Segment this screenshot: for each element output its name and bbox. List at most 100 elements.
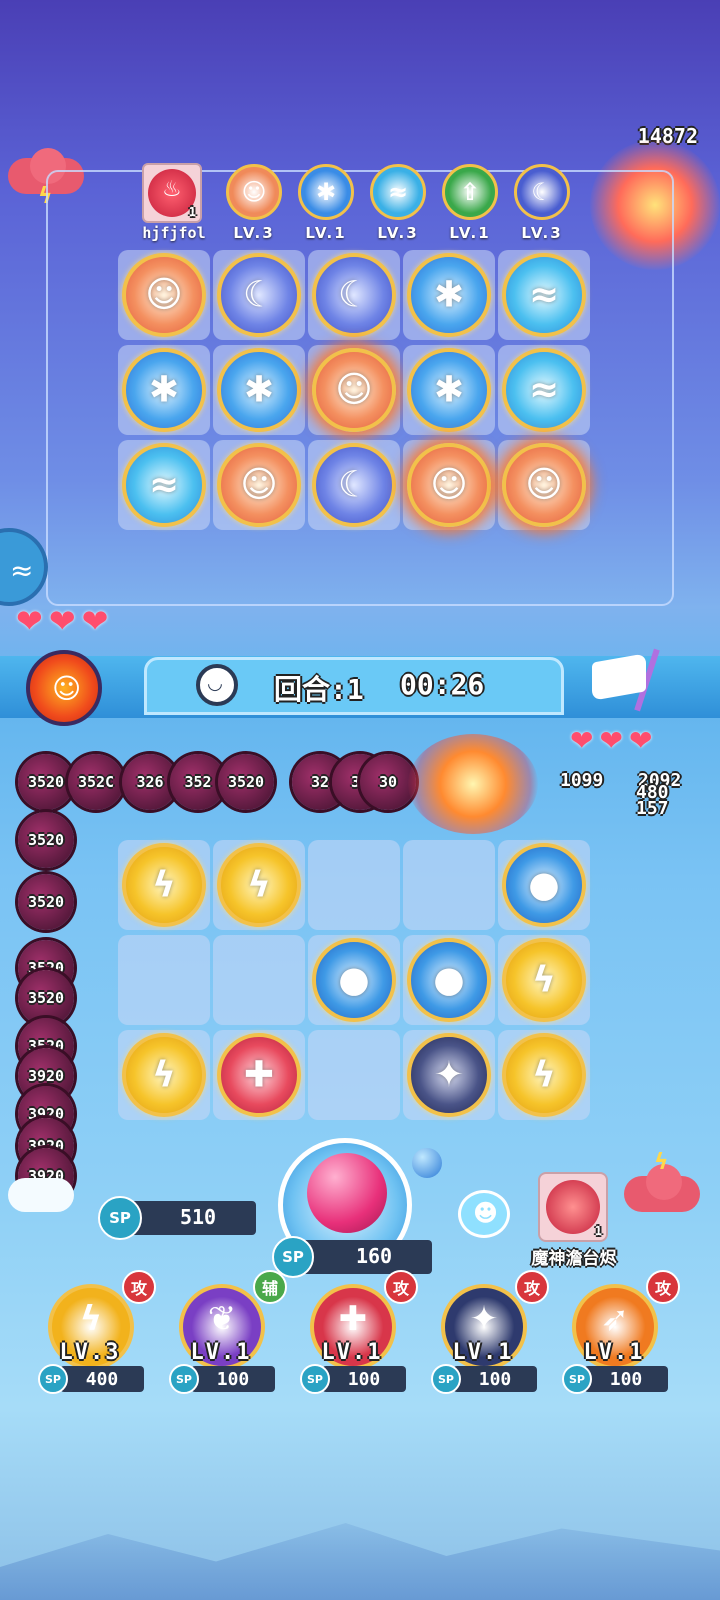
sp-icon: SP [562, 1364, 592, 1394]
monkey-king-orb[interactable]: ☺ [312, 348, 396, 432]
monkey-king-icon[interactable]: ☺ [226, 164, 282, 220]
skill-type-badge: 攻 [515, 1270, 549, 1304]
chat-emoji-button[interactable]: ☻ [458, 1190, 510, 1238]
skill-level: LV.1 [190, 1340, 252, 1365]
skill-level: LV.1 [452, 1340, 514, 1365]
lightning-orb[interactable]: ϟ [122, 843, 206, 927]
orb-icon: ☺ [335, 369, 373, 411]
board-cell[interactable]: ϟ [498, 1030, 590, 1120]
orb-icon: ☺ [240, 464, 278, 506]
skill-sp-cost: 400 [60, 1366, 144, 1392]
enemy-hp: 326 [136, 773, 164, 791]
board-cell[interactable]: ✱ [403, 345, 495, 435]
board-cell[interactable]: ☾ [308, 440, 400, 530]
monkey-king-orb[interactable]: ☺ [217, 443, 301, 527]
board-cell[interactable]: ☺ [213, 440, 305, 530]
board-cell[interactable]: ϟ [498, 935, 590, 1025]
board-cell[interactable]: ✱ [118, 345, 210, 435]
monkey-king-orb[interactable]: ☺ [502, 443, 586, 527]
board-cell[interactable]: ☺ [308, 345, 400, 435]
water-wave-orb[interactable]: ≈ [502, 348, 586, 432]
water-wave-orb[interactable]: ≈ [502, 253, 586, 337]
explosion-effect [408, 734, 538, 834]
sp-counter: SP 510 [98, 1196, 258, 1240]
enemy-creep: 3520 [218, 754, 274, 810]
orb-icon: ☺ [525, 464, 563, 506]
enemy-creep: 3520 [18, 812, 74, 868]
dolphin-icon[interactable]: ≈ [0, 528, 48, 606]
board-cell[interactable]: ✱ [403, 250, 495, 340]
heart-icon: ❤ [599, 724, 623, 757]
ice-crystal-orb[interactable]: ✱ [407, 253, 491, 337]
board-cell[interactable]: ☺ [118, 250, 210, 340]
boss-card[interactable]: 1 [538, 1172, 608, 1242]
orb-icon: ✱ [148, 369, 180, 411]
board-cell[interactable]: ϟ [213, 840, 305, 930]
enemy-creep: 352C [68, 754, 124, 810]
ice-crystal-icon[interactable]: ✱ [298, 164, 354, 220]
board-cell[interactable]: ☺ [403, 440, 495, 530]
board-cell[interactable]: ☾ [308, 250, 400, 340]
rocket-icon: ➶ [600, 1299, 630, 1340]
lightning-orb[interactable]: ϟ [217, 843, 301, 927]
mountain-background [0, 1523, 720, 1600]
orb-icon: ϟ [532, 959, 556, 1001]
lightning-orb[interactable]: ϟ [502, 938, 586, 1022]
board-cell[interactable]: ≈ [498, 250, 590, 340]
orb-icon: ☺ [145, 274, 183, 316]
board-cell[interactable]: ✚ [213, 1030, 305, 1120]
enemy-hp: 30 [378, 773, 398, 791]
board-cell[interactable] [403, 840, 495, 930]
dark-star-orb[interactable]: ✦ [407, 1033, 491, 1117]
moon-clock-orb[interactable]: ☾ [312, 253, 396, 337]
blue-dice-orb[interactable]: ● [502, 843, 586, 927]
board-cell[interactable]: ☾ [213, 250, 305, 340]
dark-star-icon: ✦ [469, 1299, 499, 1340]
heart-icon: ❤ [628, 724, 653, 757]
lightning-orb[interactable]: ϟ [502, 1033, 586, 1117]
water-wave-icon[interactable]: ≈ [370, 164, 426, 220]
skill-type-badge: 攻 [122, 1270, 156, 1304]
skill-level: LV.3 [59, 1340, 121, 1365]
enemy-hp: 3920 [27, 1067, 65, 1085]
lightning-orb[interactable]: ϟ [122, 1033, 206, 1117]
board-cell[interactable]: ≈ [118, 440, 210, 530]
sp-icon: SP [98, 1196, 142, 1240]
monkey-king-orb[interactable]: ☺ [407, 443, 491, 527]
icon-glyph: ≈ [387, 178, 409, 206]
board-cell[interactable] [308, 840, 400, 930]
moon-clock-icon[interactable]: ☾ [514, 164, 570, 220]
enemy-hp: 32 [310, 773, 330, 791]
board-cell[interactable]: ● [403, 935, 495, 1025]
board-cell[interactable]: ϟ [118, 1030, 210, 1120]
board-cell[interactable]: ● [498, 840, 590, 930]
monkey-king-orb[interactable]: ☺ [122, 253, 206, 337]
red-orb[interactable]: ✚ [217, 1033, 301, 1117]
moon-clock-orb[interactable]: ☾ [217, 253, 301, 337]
board-cell[interactable]: ● [308, 935, 400, 1025]
hand-level: LV.3 [233, 224, 275, 242]
board-cell[interactable] [308, 1030, 400, 1120]
ice-crystal-orb[interactable]: ✱ [407, 348, 491, 432]
board-cell[interactable]: ☺ [498, 440, 590, 530]
blue-dice-orb[interactable]: ● [312, 938, 396, 1022]
board-cell[interactable]: ϟ [118, 840, 210, 930]
moon-clock-orb[interactable]: ☾ [312, 443, 396, 527]
surrender-flag-icon[interactable] [586, 648, 666, 712]
board-cell[interactable] [213, 935, 305, 1025]
hand-level: LV.1 [449, 224, 491, 242]
damage-number: 1099 [560, 770, 604, 791]
enemy-hp: 352 [184, 773, 212, 791]
green-arrow-icon[interactable]: ⇧ [442, 164, 498, 220]
skill-sp-cost: 100 [322, 1366, 406, 1392]
board-cell[interactable]: ✦ [403, 1030, 495, 1120]
blue-dice-orb[interactable]: ● [407, 938, 491, 1022]
ice-crystal-orb[interactable]: ✱ [217, 348, 301, 432]
board-cell[interactable] [118, 935, 210, 1025]
board-cell[interactable]: ✱ [213, 345, 305, 435]
opponent-leader-card[interactable]: ♨ 1 [142, 163, 202, 223]
sun-emblem-icon[interactable]: ☺ [26, 650, 102, 726]
water-wave-orb[interactable]: ≈ [122, 443, 206, 527]
ice-crystal-orb[interactable]: ✱ [122, 348, 206, 432]
board-cell[interactable]: ≈ [498, 345, 590, 435]
